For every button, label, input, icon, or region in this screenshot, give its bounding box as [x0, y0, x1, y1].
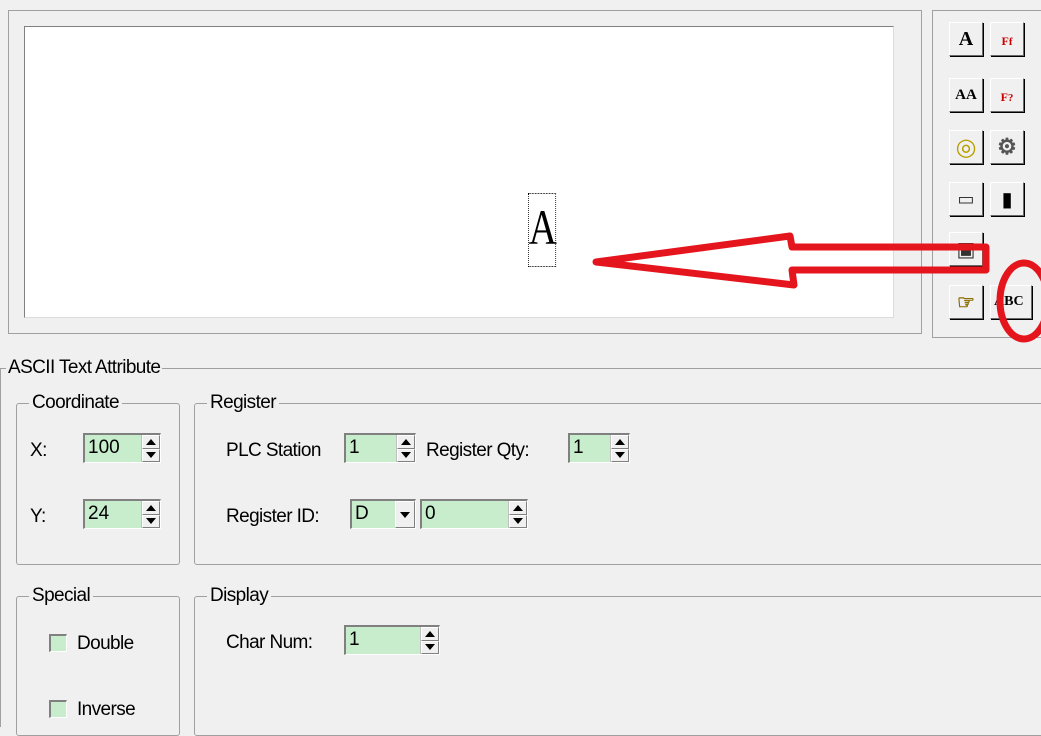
spin-up-icon[interactable] — [142, 501, 160, 515]
char-num-spinbox[interactable]: 1 — [344, 625, 440, 655]
register-address-spinbox[interactable]: 0 — [420, 499, 528, 529]
spin-up-icon[interactable] — [142, 435, 160, 449]
plc-station-value[interactable]: 1 — [346, 435, 396, 462]
y-label: Y: — [30, 506, 46, 527]
spin-up-icon[interactable] — [421, 627, 439, 641]
char-num-spin-buttons[interactable] — [420, 627, 439, 654]
x-coordinate-spinbox[interactable]: 100 — [83, 433, 161, 463]
double-checkbox[interactable] — [49, 634, 67, 652]
special-group-title: Special — [29, 585, 94, 607]
inverse-checkbox[interactable] — [49, 700, 67, 718]
coordinate-group-title: Coordinate — [29, 392, 122, 414]
coordinate-group: Coordinate — [16, 392, 180, 565]
spin-down-icon[interactable] — [509, 514, 527, 528]
register-qty-value[interactable]: 1 — [570, 435, 610, 462]
inverse-label[interactable]: Inverse — [77, 698, 136, 722]
char-num-value[interactable]: 1 — [346, 627, 420, 654]
register-group: Register — [194, 392, 1041, 565]
plc-station-spinbox[interactable]: 1 — [344, 433, 416, 463]
y-coordinate-spinbox[interactable]: 24 — [83, 499, 161, 529]
red-arrow-annotation — [592, 232, 990, 289]
register-qty-spinbox[interactable]: 1 — [568, 433, 630, 463]
register-type-value[interactable]: D — [352, 501, 395, 528]
spin-down-icon[interactable] — [421, 640, 439, 654]
double-label[interactable]: Double — [77, 632, 134, 656]
spin-down-icon[interactable] — [142, 448, 160, 462]
spin-up-icon[interactable] — [611, 435, 629, 449]
spin-down-icon[interactable] — [142, 514, 160, 528]
plc-station-label: PLC Station — [226, 440, 321, 461]
y-coordinate-value[interactable]: 24 — [85, 501, 141, 528]
register-address-value[interactable]: 0 — [422, 501, 508, 528]
register-address-spin-buttons[interactable] — [508, 501, 527, 528]
x-coordinate-value[interactable]: 100 — [85, 435, 141, 462]
display-group-title: Display — [207, 585, 272, 607]
spin-down-icon[interactable] — [611, 448, 629, 462]
x-spin-buttons[interactable] — [141, 435, 160, 462]
spin-up-icon[interactable] — [509, 501, 527, 515]
attribute-group-title: ASCII Text Attribute — [6, 357, 163, 379]
display-group: Display — [194, 585, 1041, 736]
register-qty-spin-buttons[interactable] — [610, 435, 629, 462]
red-circle-annotation — [996, 259, 1041, 343]
plc-station-spin-buttons[interactable] — [396, 435, 415, 462]
register-type-select[interactable]: D — [350, 499, 416, 529]
spin-down-icon[interactable] — [397, 448, 415, 462]
chevron-down-icon[interactable] — [395, 501, 415, 528]
register-id-label: Register ID: — [226, 506, 320, 527]
register-qty-label: Register Qty: — [426, 440, 530, 461]
y-spin-buttons[interactable] — [141, 501, 160, 528]
spin-up-icon[interactable] — [397, 435, 415, 449]
register-group-title: Register — [207, 392, 279, 414]
attribute-group-left-edge — [0, 368, 1, 727]
x-label: X: — [30, 440, 47, 461]
char-num-label: Char Num: — [226, 632, 313, 653]
